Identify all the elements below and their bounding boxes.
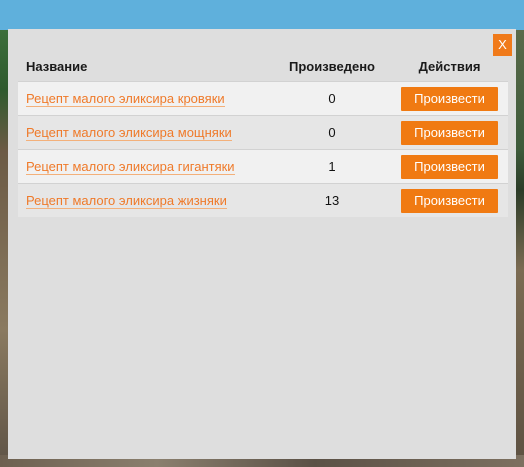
table-row: Рецепт малого эликсира мощняки 0 Произве… <box>18 115 508 149</box>
recipe-link-zhiznyaki[interactable]: Рецепт малого эликсира жизняки <box>26 193 227 209</box>
recipe-link-moshchnyaki[interactable]: Рецепт малого эликсира мощняки <box>26 125 232 141</box>
produce-button[interactable]: Произвести <box>401 188 498 213</box>
table-header: Название Произведено Действия <box>18 51 508 81</box>
header-name: Название <box>26 58 88 74</box>
produced-count: 13 <box>324 193 340 208</box>
recipe-link-gigantyaki[interactable]: Рецепт малого эликсира гигантяки <box>26 159 235 175</box>
produced-count: 0 <box>328 91 336 106</box>
table-row: Рецепт малого эликсира гигантяки 1 Произ… <box>18 149 508 183</box>
produce-button[interactable]: Произвести <box>401 86 498 111</box>
table-row: Рецепт малого эликсира кровяки 0 Произве… <box>18 81 508 115</box>
recipe-link-krovyaki[interactable]: Рецепт малого эликсира кровяки <box>26 91 225 107</box>
recipes-table: Название Произведено Действия Рецепт мал… <box>18 51 508 217</box>
produce-button[interactable]: Произвести <box>401 154 498 179</box>
table-body: Рецепт малого эликсира кровяки 0 Произве… <box>18 81 508 217</box>
header-actions: Действия <box>418 58 481 74</box>
produced-count: 1 <box>328 159 336 174</box>
recipes-dialog: X Название Произведено Действия Рецепт м… <box>8 29 516 459</box>
produce-button[interactable]: Произвести <box>401 120 498 145</box>
produced-count: 0 <box>328 125 336 140</box>
header-produced: Произведено <box>288 58 375 74</box>
table-row: Рецепт малого эликсира жизняки 13 Произв… <box>18 183 508 217</box>
